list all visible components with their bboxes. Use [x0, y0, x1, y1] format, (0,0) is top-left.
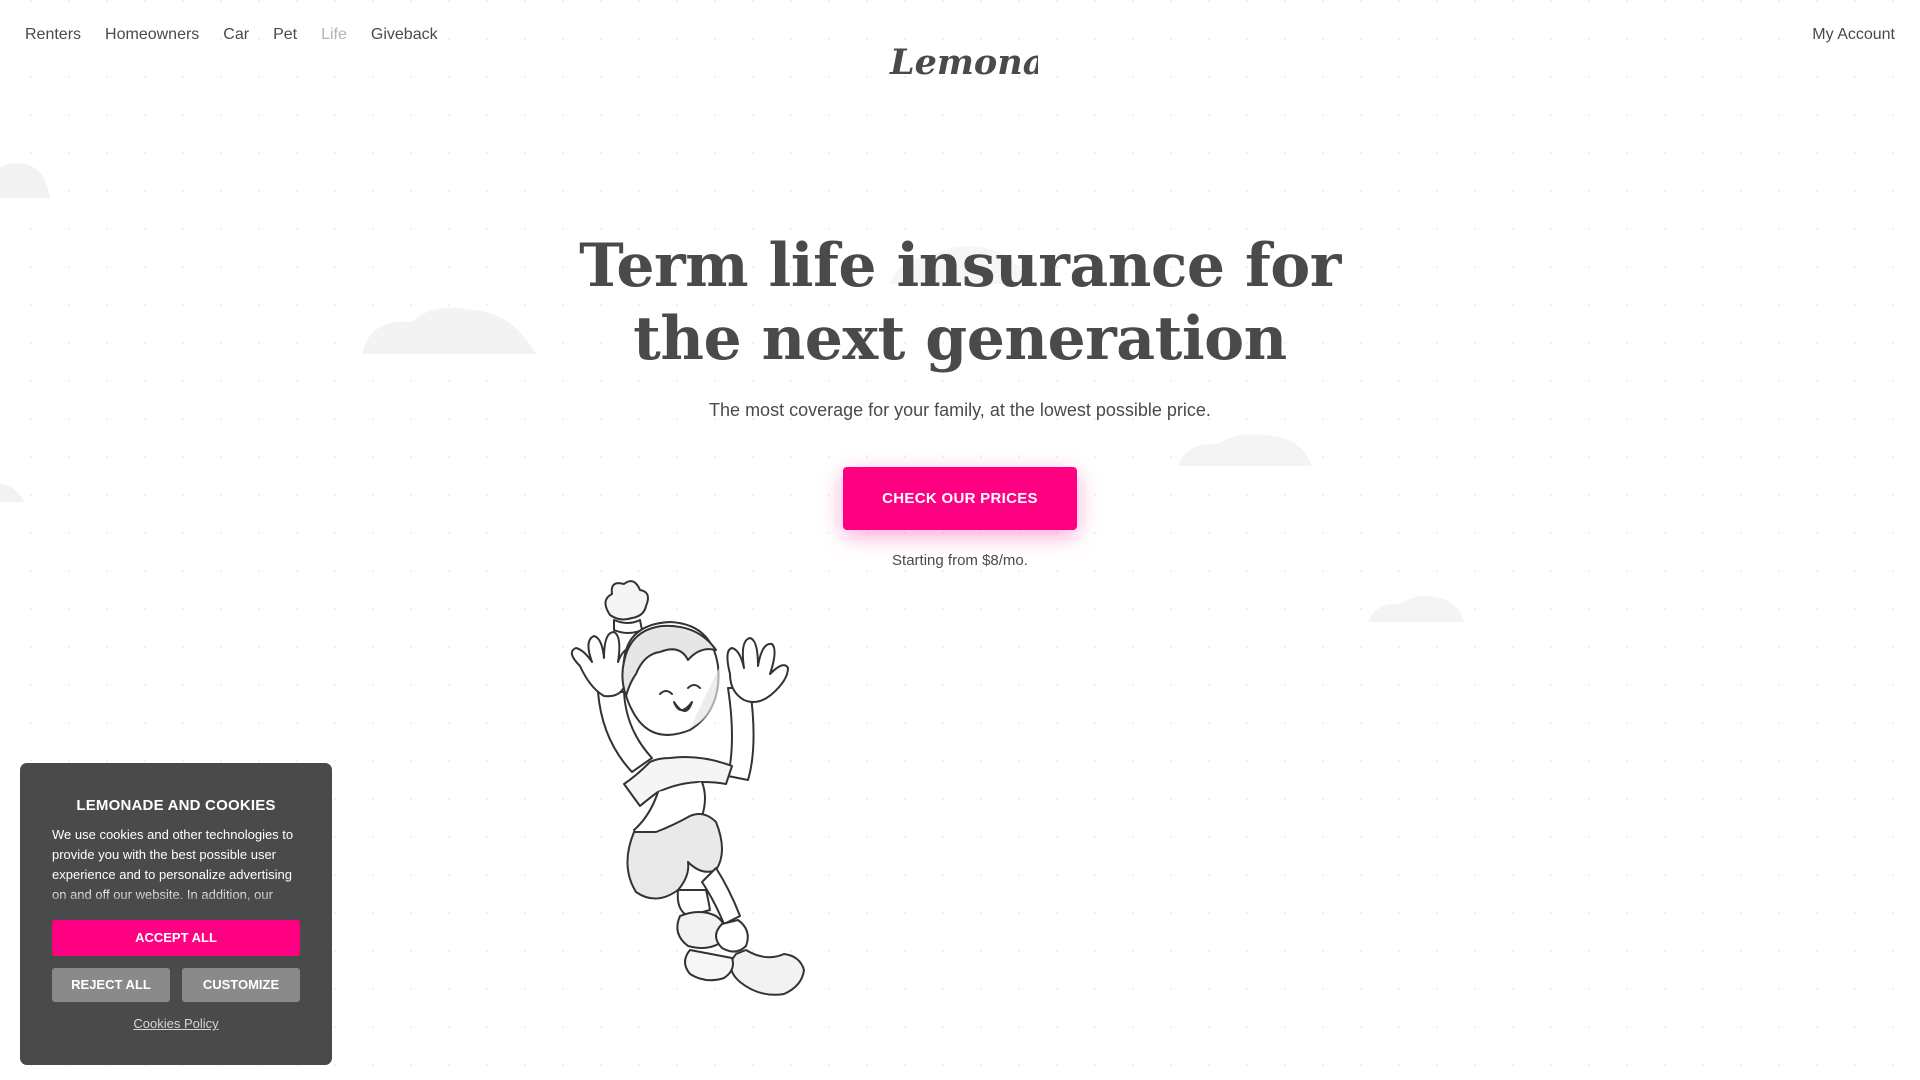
main-nav: Renters Homeowners Car Pet Life Giveback	[25, 22, 462, 48]
customize-button[interactable]: CUSTOMIZE	[182, 968, 300, 1002]
logo-text: Lemonade	[889, 42, 1038, 83]
cloud-decoration	[0, 163, 50, 198]
hero-subtitle: The most coverage for your family, at th…	[709, 400, 1211, 420]
starting-price-text: Starting from $8/mo.	[892, 552, 1028, 569]
cookie-banner-title: LEMONADE AND COOKIES	[76, 797, 276, 814]
nav-item-renters[interactable]: Renters	[25, 22, 81, 48]
page: Renters Homeowners Car Pet Life Giveback…	[0, 0, 1920, 1080]
hero-title-line-1: Term life insurance for	[579, 231, 1341, 301]
jumping-child-illustration	[570, 580, 805, 996]
nav-item-pet[interactable]: Pet	[273, 22, 297, 48]
accept-all-button[interactable]: ACCEPT ALL	[52, 920, 300, 956]
nav-item-car[interactable]: Car	[223, 22, 249, 48]
check-prices-button[interactable]: CHECK OUR PRICES	[843, 467, 1077, 530]
hero-title-line-2: the next generation	[633, 304, 1287, 374]
nav-item-giveback[interactable]: Giveback	[371, 22, 438, 48]
hero-section: Term life insurance for the next generat…	[0, 230, 1920, 569]
cloud-decoration	[1368, 596, 1464, 622]
cookie-body-fade	[52, 889, 302, 911]
my-account-link[interactable]: My Account	[1812, 22, 1895, 48]
nav-item-life[interactable]: Life	[321, 22, 347, 48]
reject-all-button[interactable]: REJECT ALL	[52, 968, 170, 1002]
cookie-banner-body-scroll[interactable]: We use cookies and other technologies to…	[52, 825, 302, 911]
nav-item-homeowners[interactable]: Homeowners	[105, 22, 199, 48]
cookie-consent-banner: LEMONADE AND COOKIES We use cookies and …	[20, 763, 332, 1065]
hero-title: Term life insurance for the next generat…	[0, 230, 1920, 376]
lemonade-logo[interactable]: Lemonade	[888, 34, 1038, 86]
cookies-policy-link[interactable]: Cookies Policy	[20, 1016, 332, 1031]
